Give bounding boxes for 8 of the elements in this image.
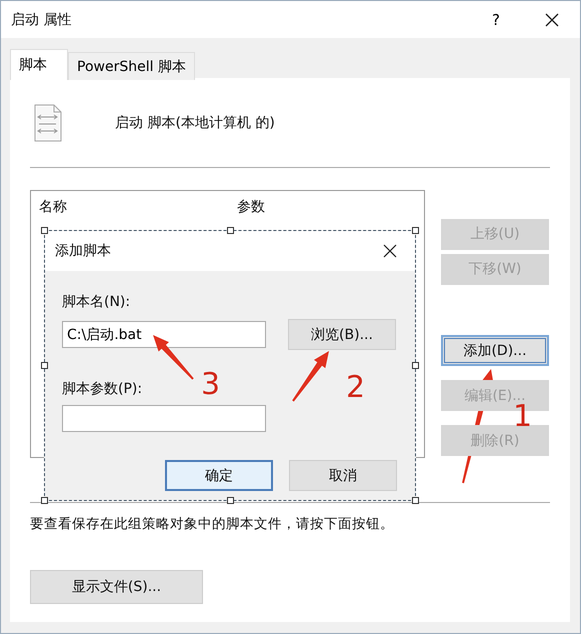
dialog-title: 添加脚本 [55, 242, 111, 260]
window-title: 启动 属性 [11, 10, 72, 28]
step-number: 3 [201, 367, 220, 402]
field-label: 脚本名(N): [62, 293, 130, 311]
info-text: 要查看保存在此组策略对象中的脚本文件，请按下面按钮。 [30, 515, 395, 533]
step-number: 2 [346, 370, 366, 405]
heading: 启动 脚本(本地计算机 的) [115, 114, 275, 132]
field-label: 脚本参数(P): [62, 380, 142, 398]
